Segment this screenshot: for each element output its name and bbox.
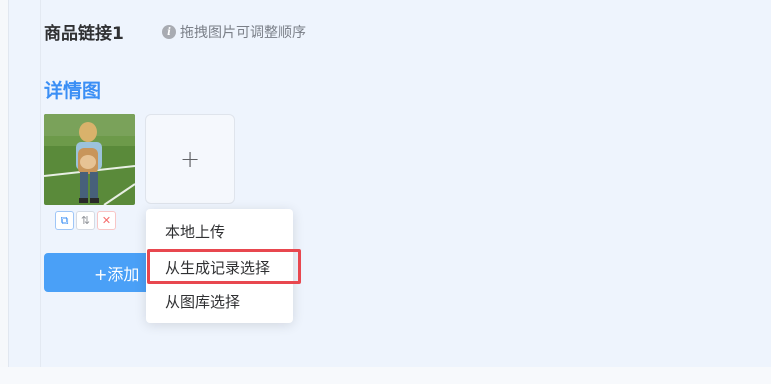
menu-item-from-gallery[interactable]: 从图库选择: [146, 285, 293, 319]
menu-item-local-upload[interactable]: 本地上传: [146, 215, 293, 249]
detail-image-thumbnail[interactable]: [44, 114, 135, 205]
thumbnail-actions: ⧉ ⇅ ✕: [55, 211, 116, 230]
swap-icon[interactable]: ⇅: [76, 211, 95, 230]
info-icon: i: [162, 25, 176, 39]
panel-divider: [40, 0, 41, 367]
section-title: 商品链接1: [44, 24, 124, 44]
plus-icon: +: [179, 145, 201, 173]
hint-text: 拖拽图片可调整顺序: [180, 25, 306, 41]
bottom-band: [0, 367, 771, 384]
hint: i 拖拽图片可调整顺序: [162, 22, 306, 42]
child-photo-image: [44, 114, 135, 205]
upload-source-dropdown: 本地上传 从生成记录选择 从图库选择: [146, 209, 301, 323]
left-strip: [0, 0, 8, 384]
detail-images-title: 详情图: [44, 80, 102, 102]
image-upload-button[interactable]: +: [145, 114, 235, 204]
menu-item-from-generation-history[interactable]: 从生成记录选择: [146, 249, 301, 285]
copy-icon[interactable]: ⧉: [55, 211, 74, 230]
add-link-button-label: +添加: [94, 264, 140, 284]
delete-icon[interactable]: ✕: [97, 211, 116, 230]
